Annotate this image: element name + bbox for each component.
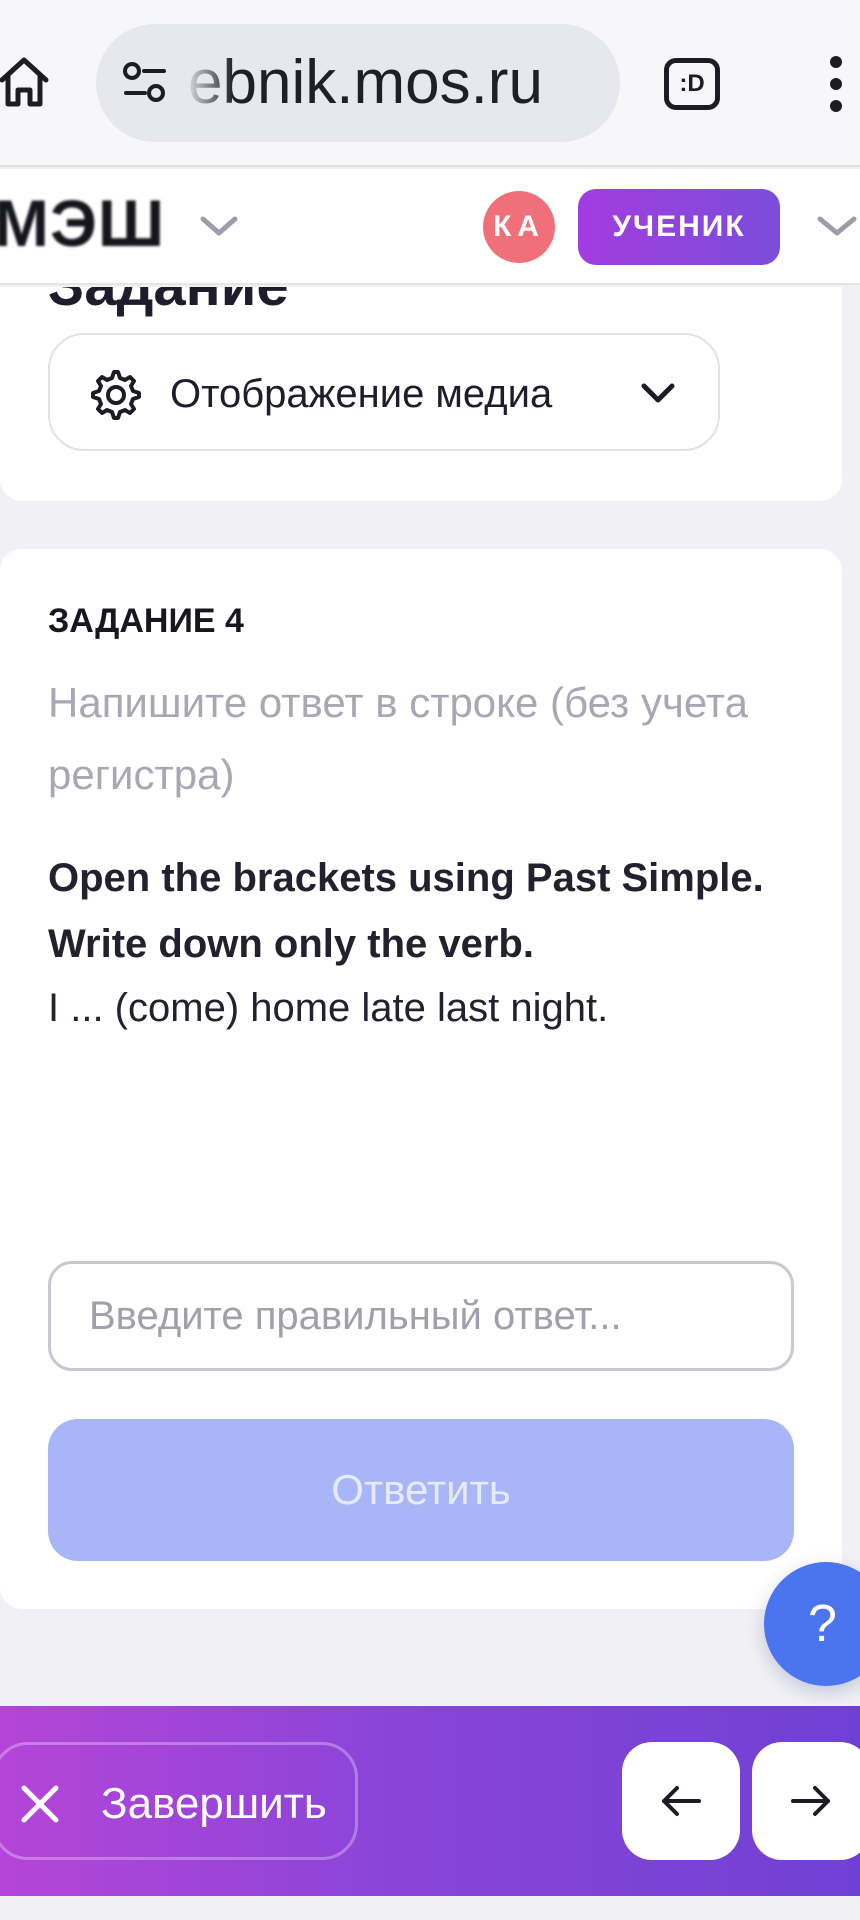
page-title: Задание: [48, 287, 289, 321]
arrow-left-icon: [662, 1786, 701, 1816]
logo[interactable]: МЭШ: [0, 183, 165, 263]
task-card: ЗАДАНИЕ 4 Напишите ответ в строке (без у…: [0, 549, 842, 1609]
bottom-action-bar: Завершить: [0, 1706, 860, 1896]
chevron-down-icon: [641, 383, 675, 403]
media-display-dropdown[interactable]: Отображение медиа: [48, 333, 720, 451]
task-number: ЗАДАНИЕ 4: [48, 602, 244, 640]
finish-button[interactable]: Завершить: [0, 1742, 358, 1860]
url-fade: [184, 24, 234, 142]
submit-answer-button[interactable]: Ответить: [48, 1419, 794, 1561]
role-badge[interactable]: УЧЕНИК: [578, 189, 780, 265]
answer-input[interactable]: [48, 1261, 794, 1371]
next-task-button[interactable]: [752, 1742, 860, 1860]
chevron-down-icon[interactable]: [814, 209, 860, 243]
arrow-right-icon: [791, 1786, 830, 1816]
kebab-menu-icon[interactable]: [824, 54, 848, 114]
gear-icon: [91, 370, 141, 420]
task-hint: Напишите ответ в строке (без учета регис…: [48, 679, 748, 798]
chevron-down-icon[interactable]: [198, 209, 240, 243]
url-text: ebnik.mos.ru: [188, 50, 543, 116]
address-bar[interactable]: ebnik.mos.ru: [96, 24, 620, 142]
task-instruction: Open the brackets using Past Simple. Wri…: [48, 856, 764, 966]
tab-switcher-icon[interactable]: :D: [664, 58, 720, 110]
page: ebnik.mos.ru :D МЭШ КА УЧЕНИК Задание От: [0, 0, 860, 1920]
media-dropdown-label: Отображение медиа: [170, 372, 553, 416]
close-icon: [21, 1785, 59, 1823]
app-header: МЭШ КА УЧЕНИК: [0, 169, 860, 285]
finish-label: Завершить: [101, 1779, 327, 1828]
browser-toolbar: ebnik.mos.ru :D: [0, 0, 860, 167]
task-settings-card: Задание Отображение медиа: [0, 287, 842, 501]
avatar[interactable]: КА: [483, 191, 555, 263]
home-icon[interactable]: [0, 54, 52, 110]
task-sentence: I ... (come) home late last night.: [48, 986, 609, 1030]
tune-icon[interactable]: [120, 60, 170, 106]
previous-task-button[interactable]: [622, 1742, 740, 1860]
